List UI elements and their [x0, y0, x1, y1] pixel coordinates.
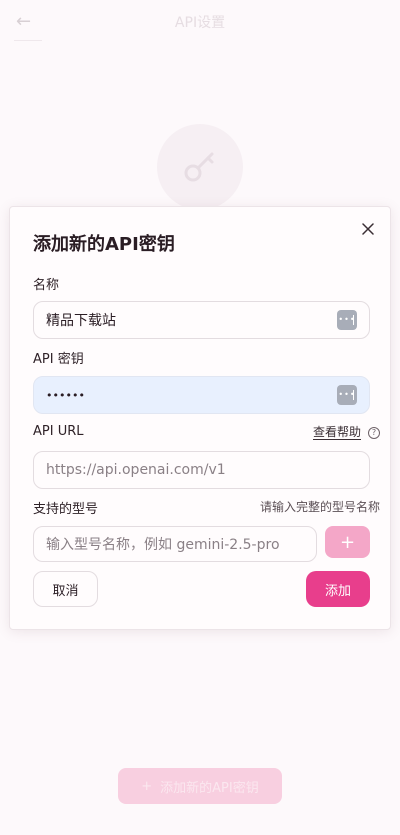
api-url-label: API URL [33, 424, 84, 439]
close-button[interactable] [358, 219, 378, 239]
models-label: 支持的型号 [33, 502, 99, 517]
dialog-title: 添加新的API密钥 [33, 234, 175, 255]
plus-icon: + [339, 531, 356, 553]
model-name-placeholder: 输入型号名称，例如 gemini-2.5-pro [46, 537, 280, 553]
name-label: 名称 [33, 278, 60, 293]
key-icon [184, 152, 214, 182]
model-name-input[interactable]: 输入型号名称，例如 gemini-2.5-pro [33, 526, 317, 562]
api-key-input-value: •••••• [46, 388, 85, 402]
plus-icon: + [141, 778, 153, 794]
api-key-input[interactable]: •••••• ••• [33, 376, 370, 414]
background-add-key-button[interactable]: + 添加新的API密钥 [118, 768, 282, 804]
add-model-button[interactable]: + [325, 526, 370, 558]
add-api-key-dialog: 添加新的API密钥 名称 精品下载站 ••• API 密钥 •••••• •••… [9, 206, 391, 630]
background-add-key-label: 添加新的API密钥 [160, 780, 259, 796]
key-illustration [157, 124, 243, 210]
api-key-label: API 密钥 [33, 352, 84, 367]
name-input[interactable]: 精品下载站 ••• [33, 301, 370, 339]
help-link[interactable]: 查看帮助 [312, 425, 361, 440]
name-input-value: 精品下载站 [46, 313, 116, 329]
submit-add-button[interactable]: 添加 [306, 571, 370, 607]
help-circle-icon[interactable]: ? [368, 427, 380, 439]
cancel-button[interactable]: 取消 [33, 571, 98, 607]
api-url-input[interactable]: https://api.openai.com/v1 [33, 451, 370, 489]
close-icon [362, 223, 374, 235]
background-header: ← API设置 [0, 0, 400, 42]
api-url-placeholder: https://api.openai.com/v1 [46, 462, 226, 478]
back-underline [14, 40, 42, 41]
password-manager-icon[interactable]: ••• [337, 385, 357, 405]
password-manager-icon[interactable]: ••• [337, 310, 357, 330]
models-hint: 请输入完整的型号名称 [259, 500, 380, 514]
background-page-title: API设置 [174, 15, 226, 31]
